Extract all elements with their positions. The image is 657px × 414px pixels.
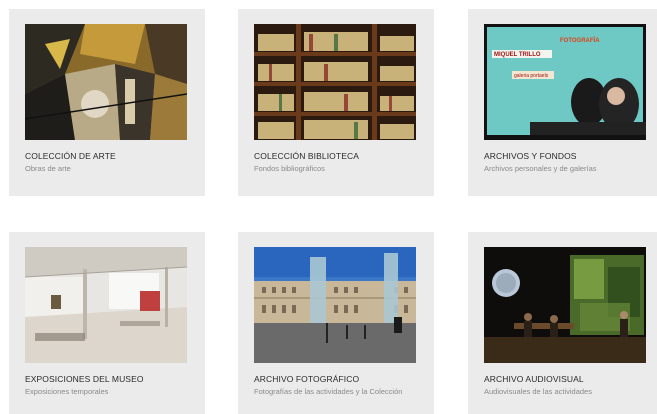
museum-gallery-image [25, 247, 187, 363]
audiovisual-stage-image [484, 247, 646, 363]
image-text-name: MIQUEL TRILLO [494, 52, 541, 58]
thumbnail-museum-gallery[interactable] [25, 247, 187, 363]
thumbnail-library-shelves[interactable] [254, 24, 416, 140]
card-subtitle: Fondos bibliográficos [254, 164, 325, 173]
museum-building-image [254, 247, 416, 363]
card-subtitle: Archivos personales y de galerías [484, 164, 597, 173]
card-subtitle: Audiovisuales de las actividades [484, 387, 592, 396]
archive-photo-image: MIQUEL TRILLO FOTOGRAFÍA galeria portael… [484, 24, 646, 140]
card-subtitle: Obras de arte [25, 164, 71, 173]
card-title[interactable]: EXPOSICIONES DEL MUSEO [25, 374, 195, 384]
image-text-word: FOTOGRAFÍA [560, 36, 600, 44]
card-archivos-fondos[interactable]: MIQUEL TRILLO FOTOGRAFÍA galeria portael… [468, 9, 657, 196]
card-title[interactable]: ARCHIVOS Y FONDOS [484, 151, 654, 161]
thumbnail-cubist-painting[interactable] [25, 24, 187, 140]
collections-grid: COLECCIÓN DE ARTE Obras de arte COLECCIÓ… [0, 0, 657, 414]
card-archivo-fotografico[interactable]: ARCHIVO FOTOGRÁFICO Fotografías de las a… [238, 232, 434, 414]
image-text-caption: galeria portaels [514, 73, 549, 79]
card-title[interactable]: ARCHIVO AUDIOVISUAL [484, 374, 654, 384]
library-shelves-image [254, 24, 416, 140]
thumbnail-archive-photo[interactable]: MIQUEL TRILLO FOTOGRAFÍA galeria portael… [484, 24, 646, 140]
card-subtitle: Exposiciones temporales [25, 387, 109, 396]
card-title[interactable]: ARCHIVO FOTOGRÁFICO [254, 374, 424, 384]
card-coleccion-arte[interactable]: COLECCIÓN DE ARTE Obras de arte [9, 9, 205, 196]
thumbnail-audiovisual-stage[interactable] [484, 247, 646, 363]
card-coleccion-biblioteca[interactable]: COLECCIÓN BIBLIOTECA Fondos bibliográfic… [238, 9, 434, 196]
cubist-painting-image [25, 24, 187, 140]
card-archivo-audiovisual[interactable]: ARCHIVO AUDIOVISUAL Audiovisuales de las… [468, 232, 657, 414]
card-exposiciones-museo[interactable]: EXPOSICIONES DEL MUSEO Exposiciones temp… [9, 232, 205, 414]
card-title[interactable]: COLECCIÓN DE ARTE [25, 151, 195, 161]
thumbnail-museum-building[interactable] [254, 247, 416, 363]
card-title[interactable]: COLECCIÓN BIBLIOTECA [254, 151, 424, 161]
card-subtitle: Fotografías de las actividades y la Cole… [254, 387, 403, 396]
